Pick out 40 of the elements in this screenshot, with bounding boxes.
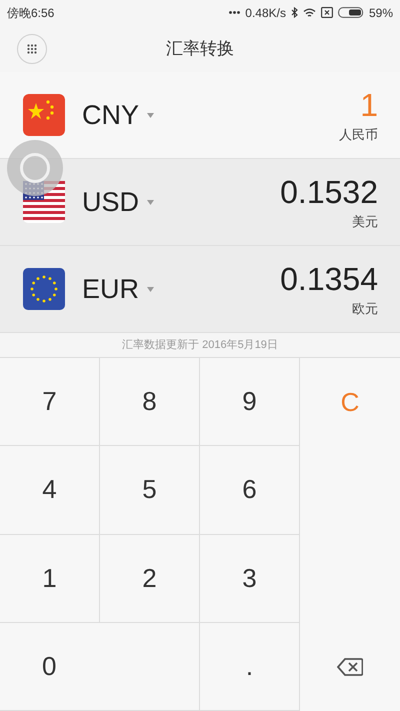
window-title: 汇率转换 [166, 38, 234, 60]
wifi-icon [302, 8, 316, 18]
keypad-key[interactable]: 8 [100, 358, 200, 446]
dropdown-caret-icon [147, 286, 154, 292]
battery-percent: 59% [368, 4, 393, 22]
grid-icon [27, 44, 37, 54]
currency-selector[interactable]: CNY [82, 94, 154, 136]
keypad-key[interactable]: 1 [0, 534, 100, 623]
currency-amount: 0.1532 [280, 173, 378, 212]
currency-selector[interactable]: USD [82, 182, 154, 222]
keypad-key[interactable]: 6 [200, 446, 300, 534]
currency-amount: 1 [360, 86, 378, 126]
activity-dots-icon [229, 11, 240, 14]
keypad-key[interactable]: 9 [200, 358, 300, 446]
bluetooth-icon [290, 7, 298, 18]
flag-icon [23, 94, 65, 136]
keypad-key[interactable]: . [200, 622, 300, 711]
keypad-key[interactable]: 0 [0, 622, 200, 711]
dropdown-caret-icon [147, 200, 154, 204]
update-note: 汇率数据更新于 2016年5月19日 [122, 338, 278, 353]
status-time: 傍晚6:56 [7, 4, 54, 22]
network-speed: 0.48K/s [245, 4, 286, 22]
sim-icon [320, 7, 333, 18]
currency-row[interactable]: USD 0.1532 美元 [0, 159, 400, 246]
keypad-key[interactable]: 4 [0, 446, 100, 534]
flag-icon [23, 268, 65, 310]
keypad-key[interactable]: 3 [200, 534, 300, 623]
backspace-icon [337, 658, 363, 676]
currency-amount: 0.1354 [280, 260, 378, 300]
currency-name: 美元 [352, 213, 378, 232]
battery-icon [338, 7, 364, 18]
menu-button[interactable] [17, 34, 47, 64]
currency-name: 人民币 [339, 126, 378, 144]
dropdown-caret-icon [147, 112, 154, 118]
keypad-key[interactable]: 7 [0, 358, 100, 446]
keypad-key[interactable]: 2 [100, 534, 200, 623]
currency-name: 欧元 [352, 300, 378, 318]
currency-selector[interactable]: EUR [82, 268, 154, 310]
keypad-key[interactable]: 5 [100, 446, 200, 534]
currency-row[interactable]: EUR 0.1354 欧元 [0, 246, 400, 333]
